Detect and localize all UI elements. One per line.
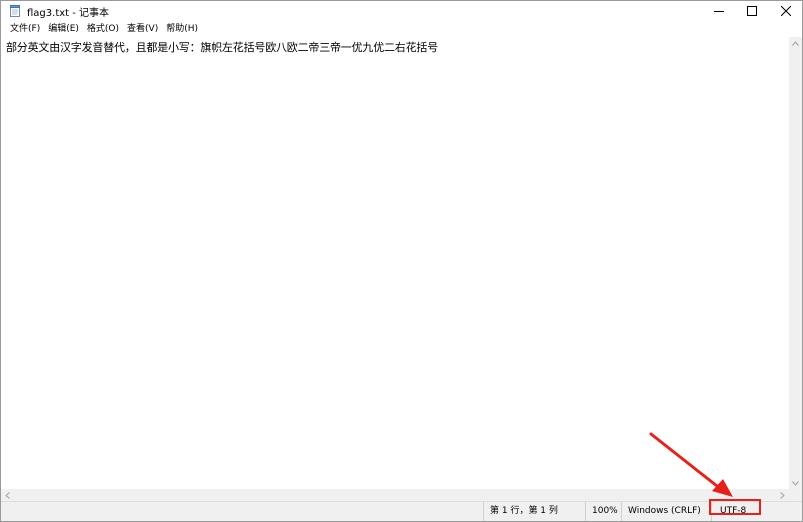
zoom-level: 100% — [585, 502, 621, 521]
cursor-position: 第 1 行，第 1 列 — [483, 502, 585, 521]
scrollbar-corner — [789, 489, 802, 501]
close-icon — [780, 6, 791, 16]
scroll-down-button[interactable] — [789, 477, 802, 489]
menu-edit[interactable]: 编辑(E) — [44, 21, 83, 37]
menu-format[interactable]: 格式(O) — [83, 21, 123, 37]
status-bar: 第 1 行，第 1 列 100% Windows (CRLF) UTF-8 — [1, 501, 802, 521]
menu-view[interactable]: 查看(V) — [123, 21, 162, 37]
window-title: flag3.txt - 记事本 — [27, 8, 110, 19]
menu-bar: 文件(F) 编辑(E) 格式(O) 查看(V) 帮助(H) — [1, 21, 802, 37]
scroll-up-button[interactable] — [789, 37, 802, 49]
close-button[interactable] — [769, 1, 802, 21]
notepad-icon — [10, 5, 20, 17]
horizontal-scrollbar[interactable] — [1, 489, 789, 501]
menu-help[interactable]: 帮助(H) — [162, 21, 202, 37]
chevron-right-icon — [780, 491, 785, 499]
notepad-window: flag3.txt - 记事本 文件(F) 编辑(E) 格式(O) 查看(V) … — [0, 0, 803, 522]
editor-content[interactable]: 部分英文由汉字发音替代，且都是小写：旗帜左花括号欧八欧二帝三帝一优九优二右花括号 — [6, 39, 438, 55]
scroll-right-button[interactable] — [776, 489, 789, 501]
vertical-scrollbar[interactable] — [789, 37, 802, 489]
menu-file[interactable]: 文件(F) — [6, 21, 44, 37]
chevron-down-icon — [792, 480, 799, 486]
maximize-icon — [746, 6, 757, 16]
maximize-button[interactable] — [735, 1, 768, 21]
encoding-highlight-box — [709, 499, 761, 515]
text-editor[interactable]: 部分英文由汉字发音替代，且都是小写：旗帜左花括号欧八欧二帝三帝一优九优二右花括号 — [1, 37, 789, 489]
title-bar[interactable]: flag3.txt - 记事本 — [1, 1, 802, 21]
minimize-button[interactable] — [702, 1, 735, 21]
minimize-icon — [713, 11, 724, 12]
chevron-left-icon — [5, 491, 10, 499]
scroll-left-button[interactable] — [1, 489, 14, 501]
line-ending: Windows (CRLF) — [621, 502, 711, 521]
chevron-up-icon — [792, 40, 799, 46]
